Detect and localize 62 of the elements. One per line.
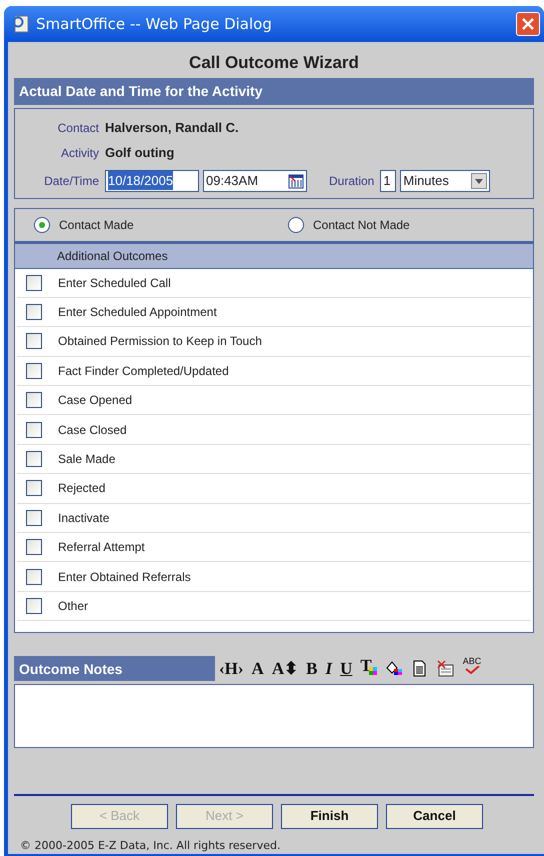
section-header: Actual Date and Time for the Activity: [14, 78, 534, 104]
format-button[interactable]: ‹H›: [216, 657, 247, 679]
checkbox[interactable]: [26, 304, 42, 320]
checkbox[interactable]: [26, 510, 42, 526]
checkbox[interactable]: [26, 274, 42, 291]
field-label: Activity: [60, 145, 100, 162]
window-title: SmartOffice -- Web Page Dialog: [36, 14, 272, 35]
clear-icon[interactable]: [436, 660, 455, 676]
checkbox-label: Case Opened: [58, 392, 132, 410]
checkbox[interactable]: [26, 362, 42, 379]
checkbox[interactable]: [26, 451, 42, 468]
close-icon[interactable]: [521, 17, 535, 31]
field-label: Date/Time: [43, 172, 100, 190]
wizard-title: Call Outcome Wizard: [188, 52, 360, 74]
notes-field[interactable]: [14, 684, 534, 748]
format-button[interactable]: A: [248, 657, 267, 679]
unit-dropdown[interactable]: Minutes: [400, 170, 490, 192]
format-button[interactable]: U: [337, 657, 356, 679]
checkbox[interactable]: [26, 392, 42, 408]
field-label: Contact: [56, 120, 100, 137]
field-label: Duration: [329, 172, 376, 190]
check-icon[interactable]: [464, 666, 480, 674]
format-button[interactable]: A⬍: [268, 657, 302, 679]
time-field[interactable]: 09:43AM: [203, 170, 307, 192]
calendar-icon[interactable]: [288, 172, 304, 188]
format-button[interactable]: I: [322, 657, 336, 679]
checkbox-label: Enter Scheduled Appointment: [58, 304, 217, 322]
checkbox-label: Referral Attempt: [58, 539, 145, 556]
checkbox-label: Inactivate: [58, 510, 110, 527]
checkbox[interactable]: [26, 480, 42, 496]
checkbox-label: Fact Finder Completed/Updated: [58, 362, 229, 380]
wizard-button[interactable]: Finish: [281, 804, 378, 828]
checkbox-label: Obtained Permission to Keep in Touch: [58, 333, 262, 350]
radio-button[interactable]: [34, 216, 50, 232]
close-button[interactable]: [516, 12, 540, 36]
checkbox[interactable]: [26, 333, 42, 350]
checkbox[interactable]: [26, 422, 42, 438]
radio-label: Contact Made: [59, 216, 134, 234]
format-button[interactable]: B: [303, 657, 320, 679]
checkbox-label: Case Closed: [58, 422, 127, 439]
checkbox-label: Rejected: [58, 480, 106, 498]
checkbox-label: Sale Made: [58, 451, 116, 468]
field-value: Golf outing: [105, 144, 174, 162]
checkbox-label: Enter Scheduled Call: [58, 274, 171, 292]
field-value: Halverson, Randall C.: [105, 119, 239, 138]
notes-header: Outcome Notes: [14, 656, 215, 680]
wizard-button[interactable]: Cancel: [386, 804, 483, 828]
checkbox-label: Other: [58, 598, 88, 615]
radio-label: Contact Not Made: [313, 216, 410, 234]
date-field[interactable]: 10/18/2005: [105, 170, 199, 192]
text-color-button[interactable]: T: [357, 657, 380, 679]
fill-color-icon[interactable]: [384, 660, 403, 676]
copyright-text: © 2000-2005 E-Z Data, Inc. All rights reserved.: [20, 838, 282, 854]
duration-field[interactable]: 1: [380, 170, 396, 192]
checkbox-label: Enter Obtained Referrals: [58, 568, 191, 586]
outcomes-header: Additional Outcomes: [14, 242, 534, 268]
checkbox[interactable]: [26, 539, 42, 556]
checkbox[interactable]: [26, 568, 42, 585]
spellcheck-button[interactable]: ABC: [460, 657, 484, 679]
document-icon: [12, 15, 30, 33]
radio-button[interactable]: [288, 216, 304, 232]
checkbox[interactable]: [26, 598, 42, 614]
